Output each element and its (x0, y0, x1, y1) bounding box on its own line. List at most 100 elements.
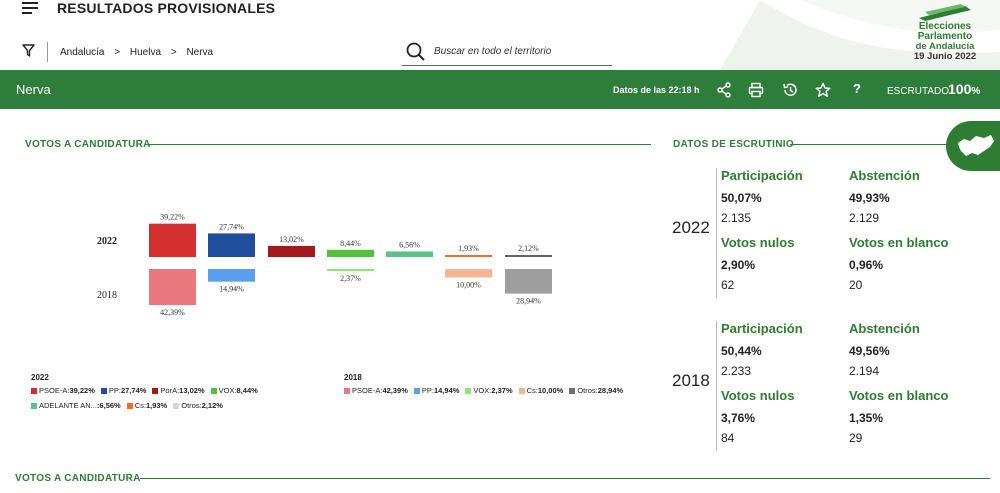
bar-2022-4 (386, 251, 433, 257)
participacion-label: Participación (721, 321, 803, 336)
blanco-pct: 0,96% (849, 258, 884, 272)
search-placeholder: Buscar en todo el territorio (434, 46, 552, 57)
legend-value: 8,44% (236, 386, 258, 395)
legend-2022-item: VOX: 8,44% (210, 386, 258, 395)
legend-party: VOX: (473, 386, 492, 395)
legend-2022-item: PorA: 13,02% (152, 386, 205, 395)
breadcrumb-item-huelva[interactable]: Huelva (130, 47, 161, 58)
legend-swatch (126, 402, 133, 409)
star-icon[interactable] (815, 82, 831, 98)
nulos-pct: 2,90% (721, 258, 756, 272)
legend-value: 10,00% (537, 386, 564, 395)
bar-2022-5 (445, 255, 492, 257)
share-icon[interactable] (716, 82, 732, 98)
legend-2018-item: PSOE-A: 42,39% (344, 386, 408, 395)
search-icon (406, 42, 425, 61)
participacion-count: 2.233 (721, 364, 752, 378)
escrutado-value: 100% (948, 81, 981, 97)
bar-2018-5 (445, 269, 492, 278)
abstencion-count: 2.129 (849, 211, 880, 225)
abstencion-label: Abstención (849, 321, 920, 336)
legend-party: PSOE-A: (352, 386, 383, 395)
legend-party: Cs: (134, 401, 146, 410)
data-label-2022-1: 27,74% (219, 222, 244, 231)
legend-swatch (465, 387, 472, 394)
scrutiny-divider (716, 168, 717, 298)
bar-2022-6 (505, 255, 552, 257)
legend-party: Cs: (526, 386, 538, 395)
legend-2018-item: VOX: 2,37% (465, 386, 513, 395)
divider (47, 42, 48, 62)
breadcrumb-separator: > (114, 47, 121, 58)
breadcrumb-item-nerva[interactable]: Nerva (186, 47, 213, 58)
logo-emblem-icon (919, 4, 971, 21)
legend-2018: 2018 PSOE-A: 42,39% PP: 14,94% VOX: 2,37% Cs: 1… (344, 373, 623, 401)
legend-party: ADELANTE AN... (39, 401, 97, 410)
data-label-2022-0: 39,22% (160, 213, 185, 222)
data-label-2022-2: 13,02% (279, 235, 304, 244)
help-button[interactable]: ? (853, 81, 861, 96)
legend-party: Otros: (181, 401, 202, 410)
bar-2022-2 (268, 245, 315, 257)
legend-value: 42,39% (382, 386, 408, 395)
escrutado-label: ESCRUTADO (887, 86, 950, 97)
legend-swatch (152, 387, 159, 394)
filter-icon[interactable] (22, 44, 35, 57)
legend-value: 2,37% (491, 386, 513, 395)
election-logo: Elecciones Parlamento de Andalucía 19 Ju… (910, 2, 980, 62)
bar-2018-1 (208, 269, 255, 282)
blanco-pct: 1,35% (849, 411, 884, 425)
legend-value: 28,94% (597, 386, 624, 395)
data-label-2018-1: 14,94% (219, 285, 244, 294)
legend-party: PorA: (160, 386, 180, 395)
legend-swatch (31, 402, 37, 409)
print-icon[interactable] (748, 82, 764, 98)
section-title-scrutiny: DATOS DE ESCRUTINIO (673, 139, 794, 150)
legend-value: :6,56% (96, 401, 121, 410)
nulos-count: 84 (721, 431, 735, 445)
data-label-2022-4: 6,56% (399, 240, 420, 249)
bar-2018-3 (327, 269, 374, 271)
participacion-pct: 50,44% (721, 344, 762, 358)
legend-value: 27,74% (120, 386, 147, 395)
blanco-count: 29 (849, 431, 863, 445)
legend-2022-item: ADELANTE AN...:6,56% (31, 401, 121, 410)
legend-2022-item: PP: 27,74% (100, 386, 147, 395)
map-tab[interactable] (946, 121, 1000, 171)
update-time: Datos de las 22:18 h (613, 85, 700, 95)
bar-2018-6 (505, 269, 552, 294)
breadcrumb-separator: > (170, 47, 177, 58)
page-title: RESULTADOS PROVISIONALES (57, 0, 276, 16)
section-divider (146, 144, 651, 145)
search-input[interactable]: Buscar en todo el territorio (402, 38, 612, 66)
votes-chart: 2022 2018 39,22% 27,74% 13,02% 8,44% 6,56% 1,93… (97, 213, 552, 317)
nulos-label: Votos nulos (721, 235, 795, 250)
data-label-2022-5: 1,93% (458, 244, 479, 253)
legend-2018-item: PP: 14,94% (413, 386, 459, 395)
legend-2018-item: Otros: 28,94% (569, 386, 623, 395)
nulos-count: 62 (721, 278, 735, 292)
location-bar: Nerva Datos de las 22:18 h ? ESCRUTADO 1… (0, 70, 1000, 109)
legend-value: 13,02% (179, 386, 205, 395)
abstencion-label: Abstención (849, 168, 920, 183)
legend-swatch (344, 387, 350, 394)
nulos-label: Votos nulos (721, 388, 795, 403)
legend-party: PP: (108, 386, 121, 395)
bar-2022-1 (208, 233, 255, 257)
legend-swatch (31, 387, 37, 394)
data-label-2018-0: 42,39% (160, 308, 185, 317)
legend-swatch (569, 387, 576, 394)
participacion-label: Participación (721, 168, 803, 183)
section-divider (140, 478, 990, 479)
legend-year: 2018 (344, 373, 362, 382)
abstencion-pct: 49,93% (849, 191, 890, 205)
breadcrumb-item-andalucia[interactable]: Andalucía (60, 47, 104, 58)
breadcrumb: Andalucía > Huelva > Nerva (60, 47, 220, 58)
participacion-pct: 50,07% (721, 191, 762, 205)
nulos-pct: 3,76% (721, 411, 756, 425)
top-header: RESULTADOS PROVISIONALES Andalucía > Hue… (0, 0, 1000, 70)
legend-2022-item: PSOE-A: 39,22% (31, 386, 95, 395)
menu-icon[interactable] (22, 2, 38, 16)
history-icon[interactable] (782, 82, 798, 98)
abstencion-count: 2.194 (849, 364, 880, 378)
